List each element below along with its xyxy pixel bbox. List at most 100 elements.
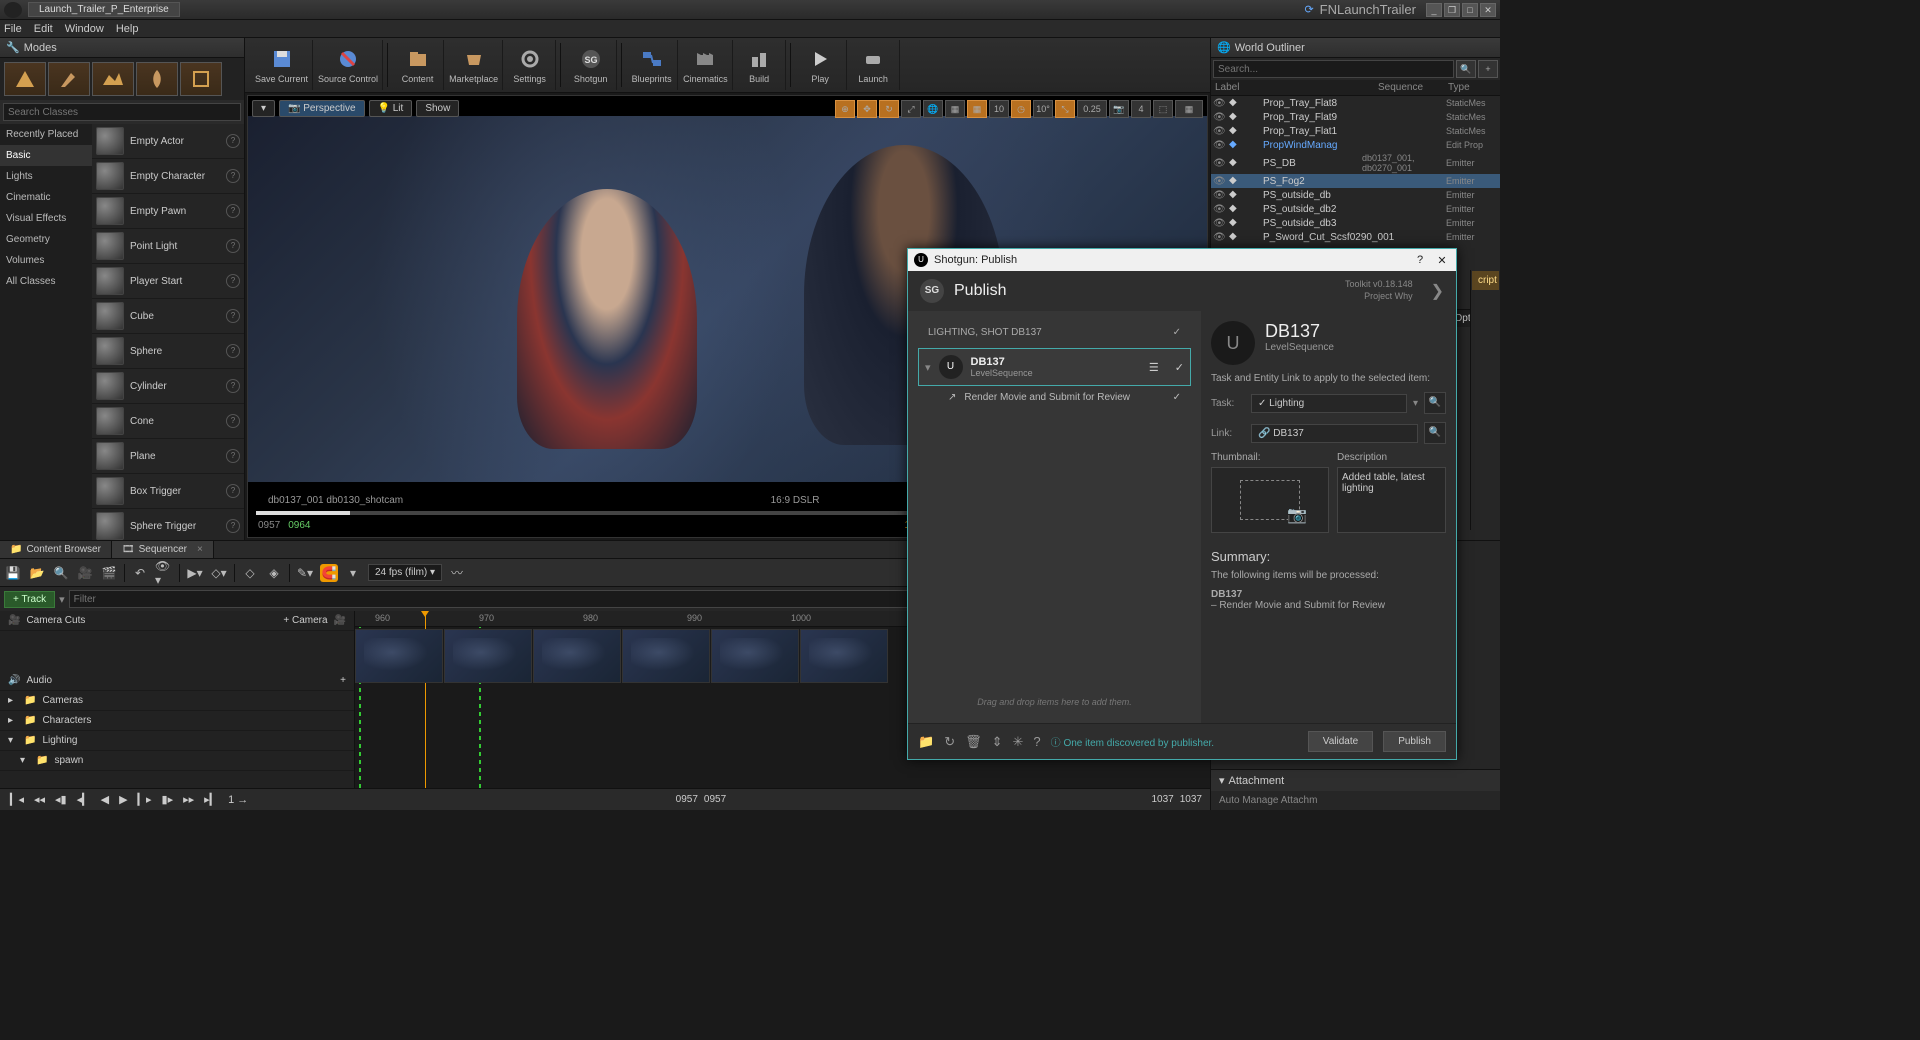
chevron-down-icon[interactable]: ▾ bbox=[1219, 774, 1225, 787]
angle-snap-icon[interactable]: ◷ bbox=[1011, 100, 1031, 118]
step-fwd-icon[interactable]: ▸▸ bbox=[181, 793, 196, 806]
help-icon[interactable]: ? bbox=[1033, 734, 1040, 749]
search-icon[interactable]: 🔍 bbox=[1456, 60, 1476, 78]
curve-editor-icon[interactable]: 〰 bbox=[448, 564, 466, 582]
seq-thumbnail[interactable] bbox=[444, 629, 532, 683]
cat-visual-effects[interactable]: Visual Effects bbox=[0, 208, 92, 229]
next-arrow-icon[interactable]: ❯ bbox=[1431, 281, 1444, 301]
outliner-row[interactable]: 👁◆PS_outside_dbEmitter bbox=[1211, 188, 1500, 202]
maximize-button[interactable]: □ bbox=[1462, 3, 1478, 17]
seq-thumbnail[interactable] bbox=[800, 629, 888, 683]
search-icon[interactable]: 🔍 bbox=[1424, 422, 1446, 444]
actor-item[interactable]: Plane? bbox=[92, 439, 244, 474]
mode-place-icon[interactable] bbox=[4, 62, 46, 96]
surface-snap-icon[interactable]: ▦ bbox=[945, 100, 965, 118]
outliner-row[interactable]: 👁◆PS_outside_db2Emitter bbox=[1211, 202, 1500, 216]
visibility-icon[interactable]: 👁 bbox=[1213, 98, 1225, 109]
show-button[interactable]: Show bbox=[416, 100, 459, 117]
mode-landscape-icon[interactable] bbox=[92, 62, 134, 96]
visibility-icon[interactable]: 👁 bbox=[1213, 218, 1225, 229]
check-icon[interactable]: ✓ bbox=[1173, 327, 1181, 338]
camera-speed-icon[interactable]: 📷 bbox=[1109, 100, 1129, 118]
tab-content-browser[interactable]: 📁Content Browser bbox=[0, 541, 112, 558]
col-sequence[interactable]: Sequence bbox=[1378, 82, 1448, 93]
seq-thumbnail[interactable] bbox=[355, 629, 443, 683]
new-folder-icon[interactable]: 📁 bbox=[918, 734, 934, 750]
scale-snap-icon[interactable]: ⤡ bbox=[1055, 100, 1075, 118]
menu-window[interactable]: Window bbox=[65, 23, 104, 35]
track-lighting[interactable]: ▾ 📁 Lighting bbox=[0, 731, 354, 751]
actor-item[interactable]: Cone? bbox=[92, 404, 244, 439]
outliner-row[interactable]: 👁◆PS_Fog2Emitter bbox=[1211, 174, 1500, 188]
transform-scale-icon[interactable]: ⤢ bbox=[901, 100, 921, 118]
info-icon[interactable]: ? bbox=[226, 414, 240, 428]
next-key-icon[interactable]: ▮▸ bbox=[160, 793, 176, 806]
visibility-icon[interactable]: 👁 bbox=[1213, 126, 1225, 137]
collapse-icon[interactable]: ✳ bbox=[1013, 734, 1024, 750]
info-icon[interactable]: ? bbox=[226, 134, 240, 148]
menu-edit[interactable]: Edit bbox=[34, 23, 53, 35]
info-icon[interactable]: ? bbox=[226, 169, 240, 183]
chevron-down-icon[interactable]: ▾ bbox=[8, 735, 18, 746]
actor-item[interactable]: Point Light? bbox=[92, 229, 244, 264]
add-track-button[interactable]: + Track bbox=[4, 591, 55, 608]
actor-item[interactable]: Sphere? bbox=[92, 334, 244, 369]
attachment-header[interactable]: ▾ Attachment bbox=[1211, 769, 1500, 791]
expand-icon[interactable]: ⇕ bbox=[992, 734, 1003, 750]
visibility-icon[interactable]: 👁 bbox=[1213, 112, 1225, 123]
outliner-row[interactable]: 👁◆Prop_Tray_Flat8StaticMes bbox=[1211, 96, 1500, 110]
transform-move-icon[interactable]: ✥ bbox=[857, 100, 877, 118]
mode-paint-icon[interactable] bbox=[48, 62, 90, 96]
viewport-menu-button[interactable]: ▾ bbox=[252, 100, 275, 117]
chevron-down-icon[interactable]: ▾ bbox=[1413, 398, 1418, 409]
snap-opts-icon[interactable]: ▾ bbox=[344, 564, 362, 582]
visibility-icon[interactable]: 👁 bbox=[1213, 204, 1225, 215]
frame-back-icon[interactable]: ◂▎ bbox=[75, 793, 93, 806]
camera-speed-value[interactable]: 4 bbox=[1131, 100, 1151, 118]
coord-icon[interactable]: 🌐 bbox=[923, 100, 943, 118]
help-button[interactable]: ? bbox=[1412, 254, 1428, 266]
play-reverse-icon[interactable]: ◀ bbox=[99, 793, 111, 806]
context-row[interactable]: LIGHTING, SHOT DB137 ✓ bbox=[918, 321, 1191, 344]
menu-file[interactable]: File bbox=[4, 23, 22, 35]
mode-foliage-icon[interactable] bbox=[136, 62, 178, 96]
validate-button[interactable]: Validate bbox=[1308, 731, 1373, 752]
play-button[interactable]: Play bbox=[795, 40, 847, 90]
visibility-icon[interactable]: 👁 bbox=[1213, 232, 1225, 243]
track-characters[interactable]: ▸ 📁 Characters bbox=[0, 711, 354, 731]
outliner-row[interactable]: 👁◆PropWindManagEdit Prop bbox=[1211, 138, 1500, 152]
actor-item[interactable]: Empty Pawn? bbox=[92, 194, 244, 229]
settings-button[interactable]: Settings bbox=[504, 40, 556, 90]
actor-item[interactable]: Player Start? bbox=[92, 264, 244, 299]
close-button[interactable]: ✕ bbox=[1480, 3, 1496, 17]
source-control-button[interactable]: Source Control bbox=[314, 40, 383, 90]
actor-item[interactable]: Cube? bbox=[92, 299, 244, 334]
check-icon[interactable]: ✓ bbox=[1173, 392, 1181, 403]
edit-icon[interactable]: ✎▾ bbox=[296, 564, 314, 582]
loop-icon[interactable]: 1 → bbox=[226, 794, 250, 806]
search-icon[interactable]: 🔍 bbox=[1424, 392, 1446, 414]
info-icon[interactable]: ? bbox=[226, 204, 240, 218]
info-icon[interactable]: ? bbox=[226, 344, 240, 358]
frame-in[interactable]: 0957 bbox=[676, 794, 698, 805]
lit-button[interactable]: 💡 Lit bbox=[369, 100, 413, 117]
grid-snap-icon[interactable]: ▦ bbox=[967, 100, 987, 118]
goto-end-icon[interactable]: ▸▎ bbox=[202, 793, 220, 806]
publish-subitem[interactable]: ↗ Render Movie and Submit for Review ✓ bbox=[918, 386, 1191, 409]
mode-geometry-icon[interactable] bbox=[180, 62, 222, 96]
level-tab[interactable]: Launch_Trailer_P_Enterprise bbox=[28, 2, 180, 17]
angle-snap-value[interactable]: 10° bbox=[1033, 100, 1053, 118]
menu-icon[interactable]: ☰ bbox=[1149, 361, 1159, 374]
shotgun-button[interactable]: SGShotgun bbox=[565, 40, 617, 90]
menu-help[interactable]: Help bbox=[116, 23, 139, 35]
frame-fwd-icon[interactable]: ▎▸ bbox=[136, 793, 154, 806]
info-icon[interactable]: ? bbox=[226, 519, 240, 533]
visibility-icon[interactable]: 👁 bbox=[1213, 190, 1225, 201]
add-camera-button[interactable]: + Camera bbox=[283, 615, 327, 626]
restore-button[interactable]: ❐ bbox=[1444, 3, 1460, 17]
close-tab-icon[interactable]: × bbox=[197, 544, 203, 555]
autokey-icon[interactable]: ◇ bbox=[241, 564, 259, 582]
scale-snap-value[interactable]: 0.25 bbox=[1077, 100, 1107, 118]
track-camera-cuts[interactable]: 🎥 Camera Cuts + Camera 🎥 bbox=[0, 611, 354, 631]
maximize-viewport-icon[interactable]: ⬚ bbox=[1153, 100, 1173, 118]
